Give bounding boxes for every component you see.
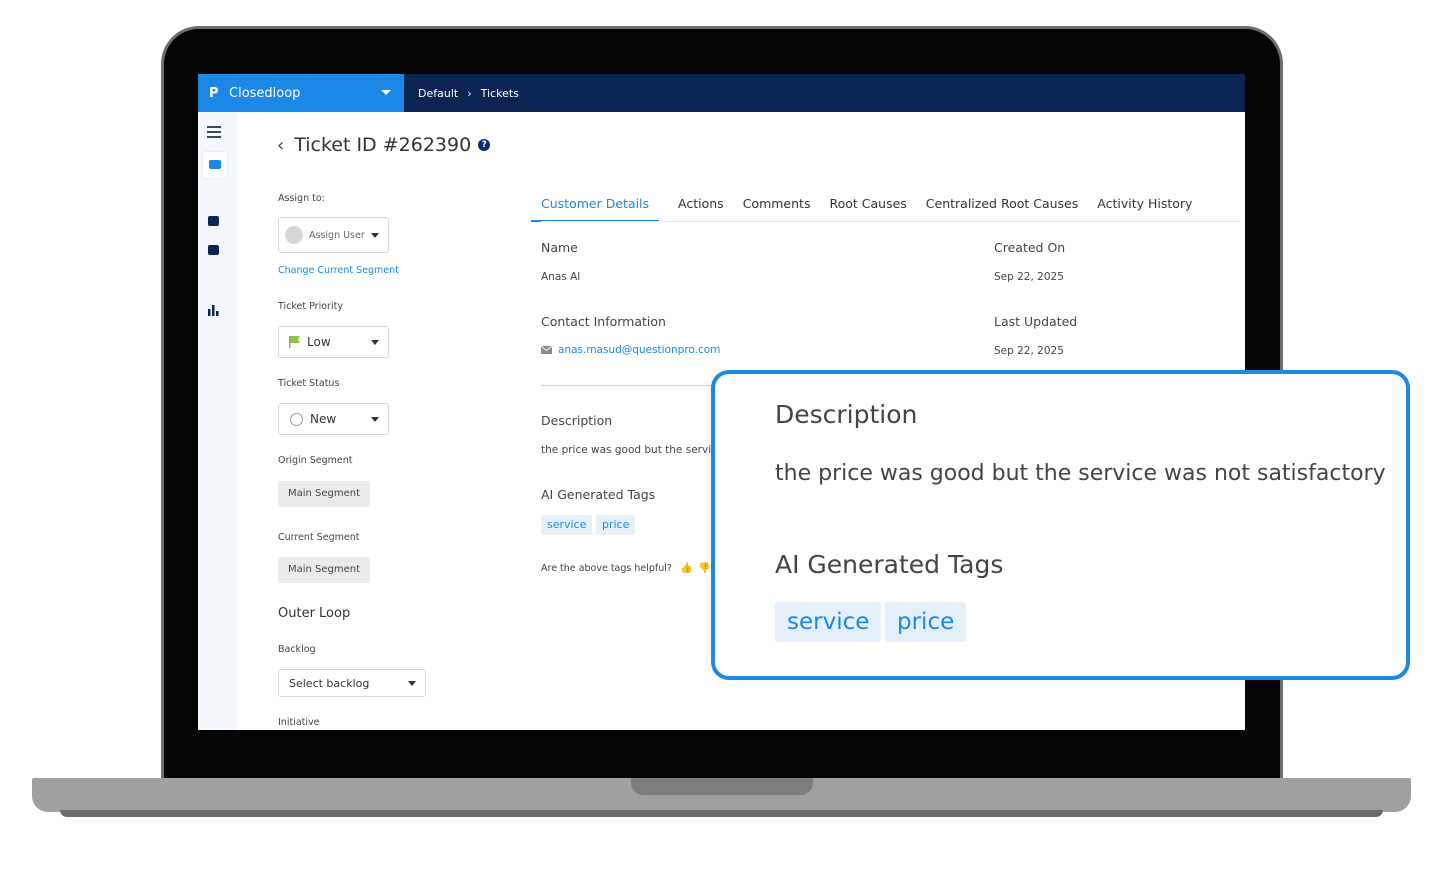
brand-logo-icon: P [209,85,219,101]
status-select[interactable]: New [278,403,389,435]
priority-label: Ticket Priority [278,301,343,312]
initiative-label: Initiative [278,717,320,728]
mail-icon [541,346,552,354]
name-value: Anas Al [541,271,581,283]
origin-segment-badge: Main Segment [278,481,371,507]
zoom-callout: Description the price was good but the s… [711,370,1410,680]
status-circle-icon [290,412,303,426]
breadcrumb-tickets[interactable]: Tickets [481,87,519,100]
priority-value: Low [307,335,331,349]
priority-select[interactable]: Low [278,326,389,358]
assign-user-placeholder: Assign User [309,229,365,241]
tabs-divider [541,221,1241,222]
created-on-label: Created On [994,240,1066,255]
hamburger-menu-icon[interactable] [207,126,221,140]
helpful-question: Are the above tags helpful? [541,563,672,574]
tag-service[interactable]: service [541,515,593,535]
created-on-value: Sep 22, 2025 [994,271,1064,283]
contact-label: Contact Information [541,314,666,329]
backlog-label: Backlog [278,644,316,655]
inbox-icon [209,160,221,169]
laptop-notch [631,778,813,795]
current-segment-badge: Main Segment [278,557,371,583]
outer-loop-heading: Outer Loop [278,606,351,621]
avatar [285,226,303,244]
ticket-id-title: Ticket ID #262390 [294,134,472,156]
breadcrumb-default[interactable]: Default [418,87,458,100]
chevron-down-icon [371,417,379,422]
origin-segment-label: Origin Segment [278,455,353,466]
sidebar-item-tickets[interactable] [203,152,227,178]
sidebar [198,112,237,730]
backlog-select[interactable]: Select backlog [278,669,426,697]
thumbs-up-icon[interactable]: 👍 [680,563,692,574]
back-chevron-icon[interactable]: ‹ [277,135,284,156]
tag-price[interactable]: price [596,515,636,535]
description-label: Description [541,413,613,428]
last-updated-label: Last Updated [994,314,1078,329]
chevron-down-icon [371,233,379,238]
callout-tag-price[interactable]: price [885,602,967,642]
chevron-down-icon [371,340,379,345]
status-value: New [310,412,337,426]
thumbs-down-icon[interactable]: 👎 [698,563,710,574]
tab-root-causes[interactable]: Root Causes [829,196,906,222]
bar-chart-icon[interactable] [208,301,219,316]
tab-activity-history[interactable]: Activity History [1097,196,1192,222]
ai-tags-label: AI Generated Tags [541,487,656,502]
detail-tabs: Customer Details Actions Comments Root C… [531,196,1211,222]
laptop-base-shadow [60,810,1383,817]
chat-icon[interactable] [208,245,219,255]
breadcrumb: Default › Tickets [418,74,519,112]
section-divider [541,385,721,386]
assign-user-select[interactable]: Assign User [278,217,389,253]
tab-actions[interactable]: Actions [678,196,724,222]
callout-tag-service[interactable]: service [775,602,882,642]
tab-centralized-root-causes[interactable]: Centralized Root Causes [926,196,1078,222]
last-updated-value: Sep 22, 2025 [994,345,1064,357]
email-link[interactable]: anas.masud@questionpro.com [558,344,720,356]
chevron-right-icon: › [467,86,472,100]
callout-description-title: Description [775,400,918,429]
email-row: anas.masud@questionpro.com [541,344,720,356]
brand-name: Closedloop [229,85,301,101]
tab-customer-details[interactable]: Customer Details [531,196,660,222]
help-icon[interactable]: ? [478,139,491,151]
chevron-down-icon [381,90,391,95]
name-label: Name [541,240,578,255]
current-segment-label: Current Segment [278,532,360,543]
assign-label: Assign to: [278,193,325,204]
workspace-switcher[interactable]: P Closedloop [198,74,404,112]
backlog-placeholder: Select backlog [289,676,370,690]
report-icon[interactable] [208,216,219,226]
flag-icon [289,336,300,348]
helpful-row: Are the above tags helpful? 👍 👎 [541,563,711,574]
status-label: Ticket Status [278,378,340,389]
chevron-down-icon [408,681,416,686]
callout-tags-title: AI Generated Tags [775,550,1004,579]
page-title: ‹ Ticket ID #262390 ? [277,134,491,156]
description-text: the price was good but the servic [541,444,717,456]
tab-comments[interactable]: Comments [743,196,811,222]
change-segment-link[interactable]: Change Current Segment [278,265,399,276]
callout-description-text: the price was good but the service was n… [775,461,1386,486]
top-navbar: P Closedloop Default › Tickets [198,74,1245,112]
